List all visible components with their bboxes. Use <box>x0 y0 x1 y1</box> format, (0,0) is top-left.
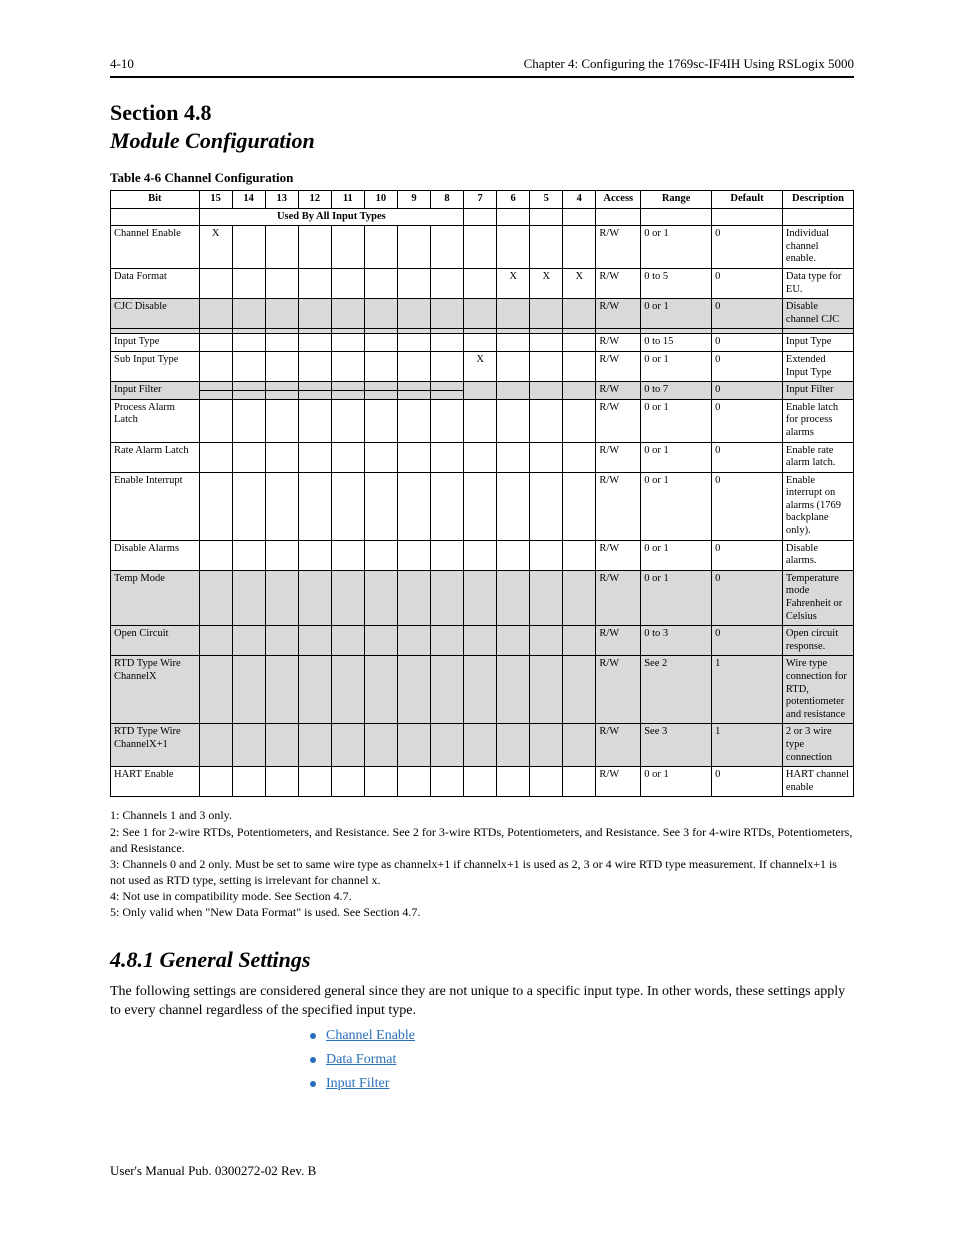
table-row: RTD Type Wire ChannelX R/WSee 21Wire typ… <box>111 656 854 724</box>
footnote: 2: See 1 for 2-wire RTDs, Potentiometers… <box>110 824 854 856</box>
list-item: Input Filter <box>310 1076 854 1092</box>
table-row: Data Format XXX R/W0 to 50Data type for … <box>111 268 854 298</box>
section-number: Section 4.8 <box>110 100 854 126</box>
table-row: Channel Enable X R/W0 or 10Individual ch… <box>111 226 854 269</box>
table-row: Disable Alarms R/W0 or 10Disable alarms. <box>111 540 854 570</box>
footnote: 1: Channels 1 and 3 only. <box>110 807 854 823</box>
link-list: Channel Enable Data Format Input Filter <box>310 1028 854 1092</box>
page-number-top: 4-10 <box>110 56 134 72</box>
section-title: Module Configuration <box>110 128 854 154</box>
hdr-description: Description <box>782 191 853 209</box>
page: 4-10 Chapter 4: Configuring the 1769sc-I… <box>0 0 954 1235</box>
bullet-icon <box>310 1057 316 1063</box>
subsection-paragraph: The following settings are considered ge… <box>110 983 854 1021</box>
bullet-icon <box>310 1033 316 1039</box>
subsection-title: 4.8.1 General Settings <box>110 947 854 973</box>
footnote: 4: Not use in compatibility mode. See Se… <box>110 888 854 904</box>
table-row: Temp Mode R/W0 or 10Temperature mode Fah… <box>111 570 854 625</box>
table-row: Used By All Input Types <box>111 208 854 226</box>
hdr-bit: Bit <box>111 191 200 209</box>
table-row: RTD Type Wire ChannelX+1 R/WSee 312 or 3… <box>111 724 854 767</box>
table-row: Process Alarm Latch R/W0 or 10Enable lat… <box>111 399 854 442</box>
bullet-icon <box>310 1081 316 1087</box>
list-item: Data Format <box>310 1052 854 1068</box>
table-row: HART Enable R/W0 or 10HART channel enabl… <box>111 767 854 797</box>
hdr-default: Default <box>712 191 783 209</box>
link-data-format[interactable]: Data Format <box>326 1052 396 1067</box>
table-footnotes: 1: Channels 1 and 3 only. 2: See 1 for 2… <box>110 807 854 920</box>
footer-pub: User's Manual Pub. 0300272-02 Rev. B <box>110 1163 316 1179</box>
running-header: 4-10 Chapter 4: Configuring the 1769sc-I… <box>110 56 854 78</box>
hdr-range: Range <box>641 191 712 209</box>
table-row: Open Circuit R/W0 to 30Open circuit resp… <box>111 626 854 656</box>
table-row: CJC Disable R/W0 or 10Disable channel CJ… <box>111 299 854 329</box>
table-row: Input Type R/W0 to 150Input Type <box>111 334 854 352</box>
table-row: Rate Alarm Latch R/W0 or 10Enable rate a… <box>111 442 854 472</box>
table-caption: Table 4-6 Channel Configuration <box>110 170 854 186</box>
link-input-filter[interactable]: Input Filter <box>326 1076 389 1091</box>
footnote: 3: Channels 0 and 2 only. Must be set to… <box>110 856 854 888</box>
chapter-title: Chapter 4: Configuring the 1769sc-IF4IH … <box>524 56 854 72</box>
table-row: Enable Interrupt R/W0 or 10Enable interr… <box>111 472 854 540</box>
link-channel-enable[interactable]: Channel Enable <box>326 1028 415 1043</box>
hdr-access: Access <box>596 191 641 209</box>
channel-config-table: Bit 15141312 111098 7654 Access Range De… <box>110 190 854 797</box>
table-row: Input Filter R/W0 to 70Input Filter <box>111 382 854 391</box>
list-item: Channel Enable <box>310 1028 854 1044</box>
footnote: 5: Only valid when "New Data Format" is … <box>110 904 854 920</box>
running-footer: User's Manual Pub. 0300272-02 Rev. B <box>110 1163 854 1179</box>
table-row: Sub Input Type X R/W0 or 10Extended Inpu… <box>111 351 854 381</box>
table-header-row: Bit 15141312 111098 7654 Access Range De… <box>111 191 854 209</box>
